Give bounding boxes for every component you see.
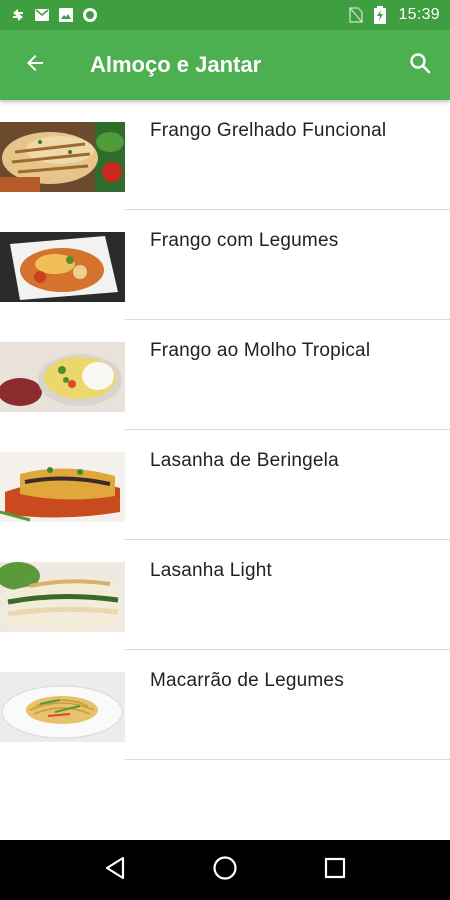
system-nav-bar <box>0 840 450 900</box>
search-icon <box>408 51 432 80</box>
chicken-tropical-sauce-image <box>0 342 125 412</box>
status-right-icons: 15:39 <box>348 6 440 24</box>
recipe-title: Lasanha de Beringela <box>150 450 339 471</box>
arrow-back-icon <box>23 51 47 80</box>
chicken-vegetables-image <box>0 232 125 302</box>
list-item[interactable]: Frango com Legumes <box>0 210 450 320</box>
app-bar: Almoço e Jantar <box>0 30 450 100</box>
status-left-icons <box>10 7 98 23</box>
nav-back-button[interactable] <box>90 845 140 895</box>
light-lasagna-image <box>0 562 125 632</box>
nav-recents-button[interactable] <box>310 845 360 895</box>
list-item[interactable]: Lasanha Light <box>0 540 450 650</box>
mail-icon <box>34 7 50 23</box>
list-item[interactable]: Macarrão de Legumes <box>0 650 450 760</box>
page-title: Almoço e Jantar <box>90 52 262 77</box>
grilled-chicken-image <box>0 122 125 192</box>
recipe-list: Frango Grelhado Funcional Frango com Leg… <box>0 100 450 840</box>
nav-recents-icon <box>324 857 346 884</box>
status-time: 15:39 <box>398 6 440 23</box>
back-button[interactable] <box>0 30 70 100</box>
image-icon <box>58 7 74 23</box>
nav-home-icon <box>212 855 238 886</box>
list-item[interactable]: Lasanha de Beringela <box>0 430 450 540</box>
circle-icon <box>82 7 98 23</box>
divider <box>125 759 450 760</box>
nav-home-button[interactable] <box>200 845 250 895</box>
status-bar: 15:39 <box>0 0 450 30</box>
recipe-title: Lasanha Light <box>150 560 272 581</box>
battery-charging-icon <box>372 6 388 24</box>
eggplant-lasagna-image <box>0 452 125 522</box>
recipe-title: Macarrão de Legumes <box>150 670 344 691</box>
list-item[interactable]: Frango ao Molho Tropical <box>0 320 450 430</box>
list-item[interactable]: Frango Grelhado Funcional <box>0 100 450 210</box>
vegetable-pasta-image <box>0 672 125 742</box>
sync-icon <box>10 7 26 23</box>
search-button[interactable] <box>390 30 450 100</box>
recipe-title: Frango com Legumes <box>150 230 339 251</box>
no-sim-icon <box>348 7 364 23</box>
nav-back-icon <box>104 856 126 885</box>
recipe-title: Frango Grelhado Funcional <box>150 120 387 141</box>
recipe-title: Frango ao Molho Tropical <box>150 340 371 361</box>
